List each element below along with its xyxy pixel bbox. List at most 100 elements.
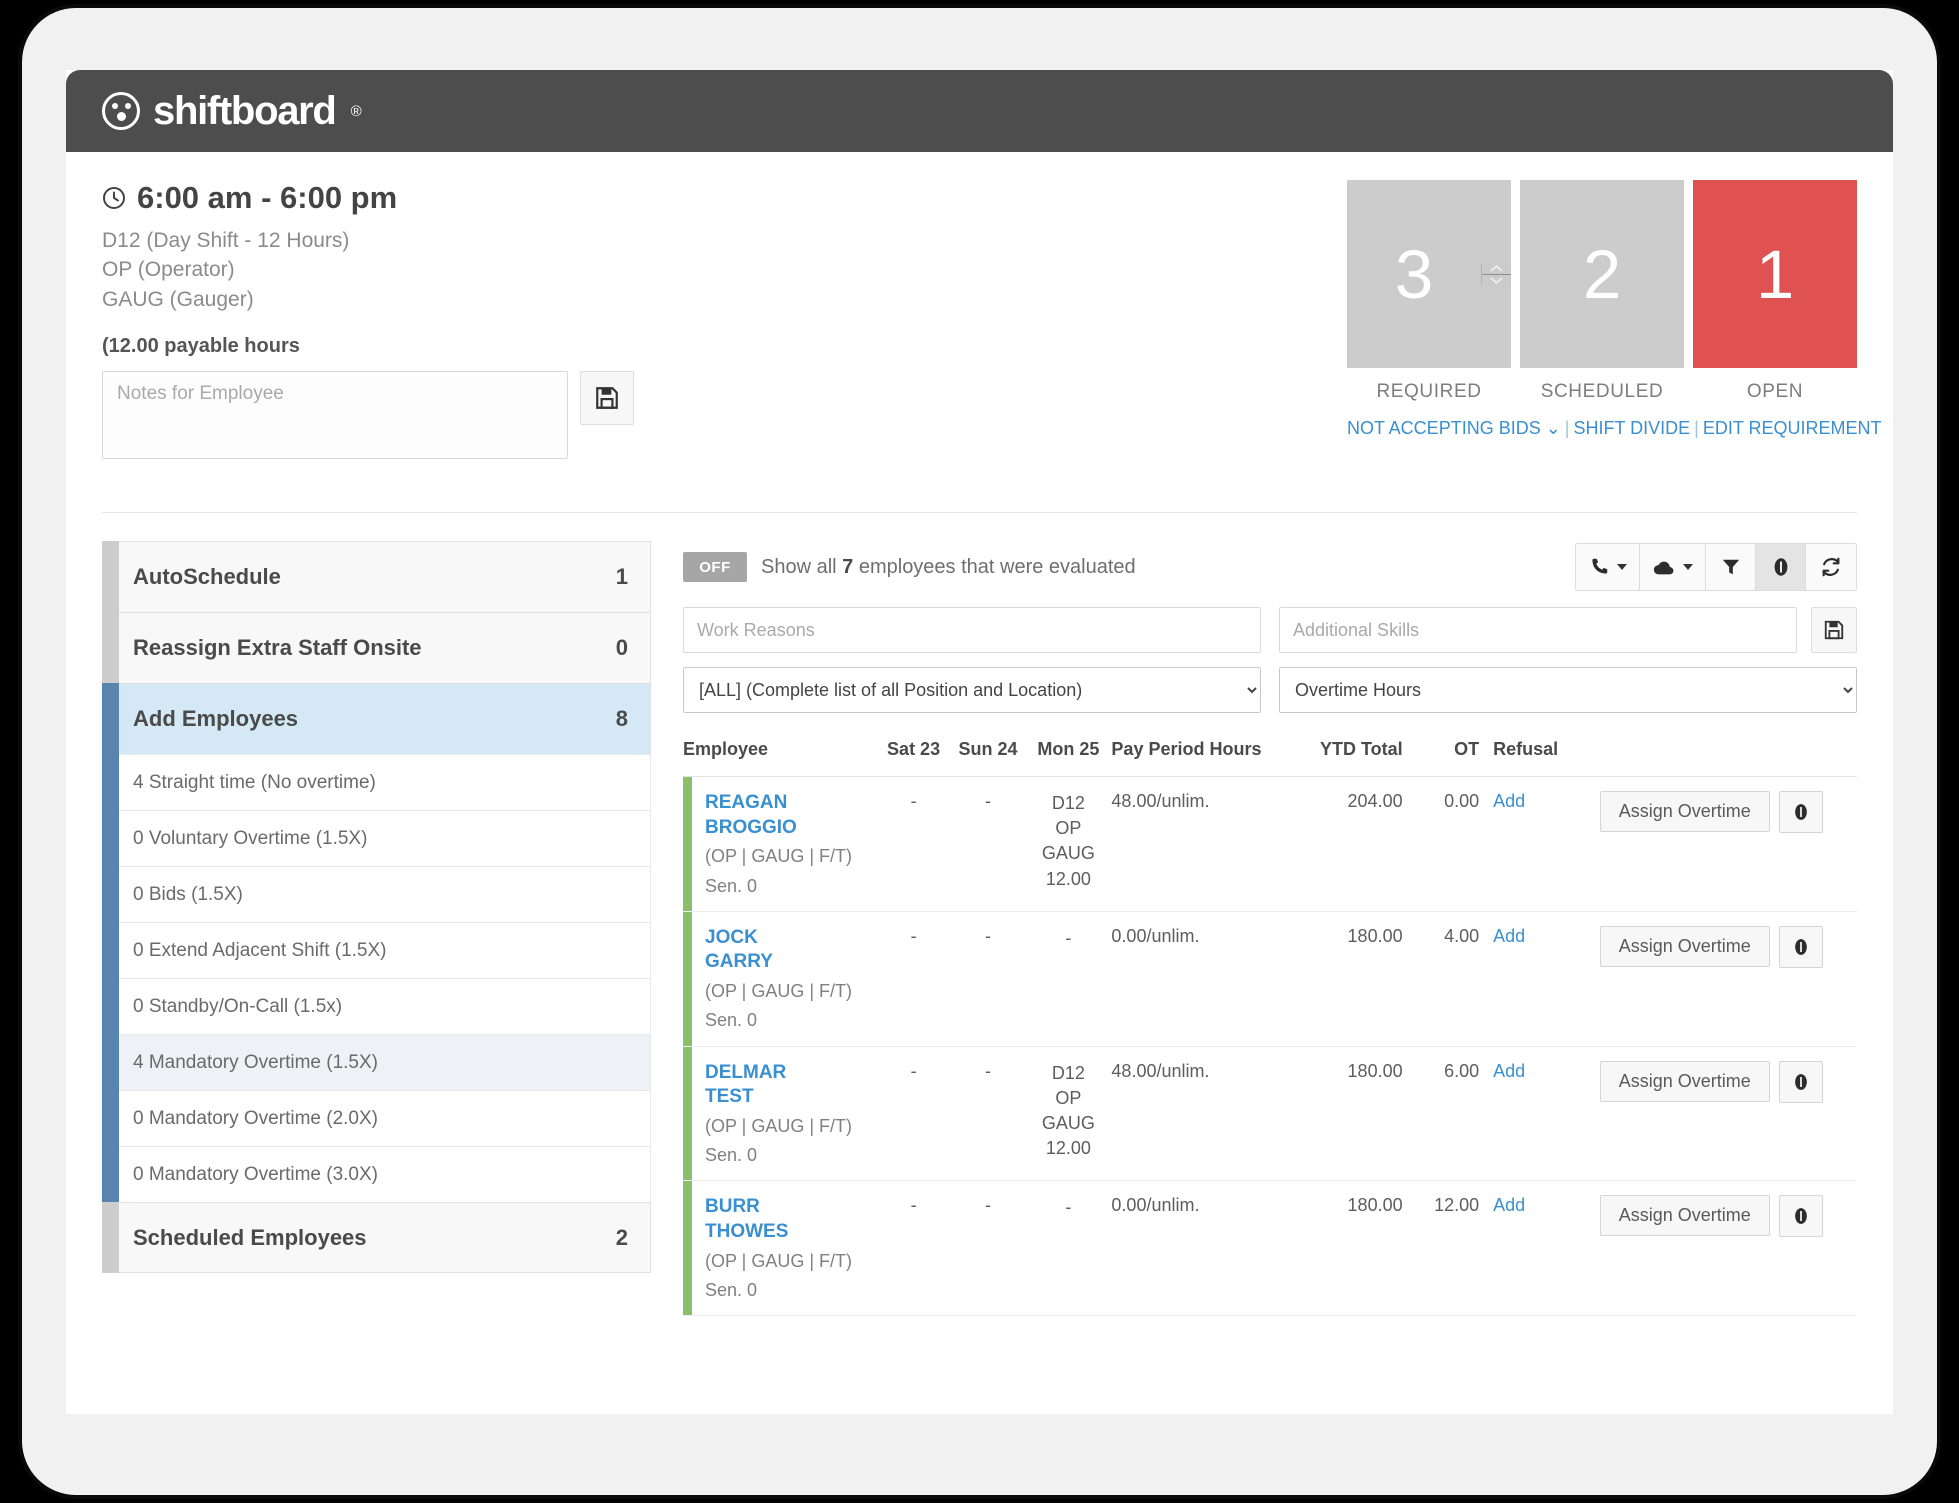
edit-requirement-link[interactable]: EDIT REQUIREMENT <box>1703 418 1882 438</box>
sun-cell: - <box>950 776 1026 912</box>
shift-assignment-line: 12.00 <box>1045 868 1091 889</box>
save-skills-button[interactable] <box>1811 607 1857 653</box>
ytd-total-cell: 180.00 <box>1307 911 1417 1047</box>
required-increment-button[interactable] <box>1482 263 1511 275</box>
employee-last-name[interactable]: GARRY <box>705 950 876 975</box>
suboption-standby-on-call[interactable]: 0 Standby/On-Call (1.5x) <box>102 978 651 1035</box>
employee-first-name[interactable]: DELMAR <box>705 1061 876 1086</box>
employee-first-name[interactable]: JOCK <box>705 926 876 951</box>
info-icon <box>1794 1073 1807 1090</box>
suboption-accent-bar <box>102 1146 119 1203</box>
actions-cell: Assign Overtime <box>1599 776 1857 912</box>
employee-attributes: (OP | GAUG | F/T) <box>705 1115 853 1136</box>
show-all-prefix: Show all <box>761 555 843 578</box>
phone-button[interactable] <box>1576 544 1640 590</box>
chevron-down-icon <box>1617 564 1627 570</box>
shift-divide-link[interactable]: SHIFT DIVIDE <box>1573 418 1690 438</box>
employee-first-name[interactable]: REAGAN <box>705 791 876 816</box>
required-decrement-button[interactable] <box>1482 274 1511 285</box>
table-header-row: Employee Sat 23 Sun 24 Mon 25 Pay Period… <box>683 733 1857 777</box>
cloud-button[interactable] <box>1640 544 1706 590</box>
not-accepting-bids-link[interactable]: NOT ACCEPTING BIDS <box>1347 418 1541 438</box>
employee-first-name[interactable]: BURR <box>705 1195 876 1220</box>
shift-stats: 3 REQUIRED 2 SCHEDULED 1 OPEN NOT ACCEPT… <box>1347 180 1882 439</box>
stat-scheduled: 2 SCHEDULED <box>1520 180 1684 403</box>
assign-overtime-button[interactable]: Assign Overtime <box>1599 1195 1770 1237</box>
app-screen: shiftboard ® 6:00 am - 6:00 pm D12 (Day … <box>66 70 1893 1414</box>
info-icon <box>1794 938 1807 955</box>
actions-cell: Assign Overtime <box>1599 911 1857 1047</box>
sat-cell: - <box>876 1180 951 1316</box>
suboption-extend-adjacent-shift[interactable]: 0 Extend Adjacent Shift (1.5X) <box>102 922 651 979</box>
add-refusal-link[interactable]: Add <box>1493 926 1525 946</box>
option-reassign-label: Reassign Extra Staff Onsite <box>133 635 422 660</box>
overtime-hours-select[interactable]: Overtime Hours <box>1279 667 1857 713</box>
bids-caret-icon[interactable]: ⌄ <box>1541 418 1561 438</box>
employee-last-name[interactable]: BROGGIO <box>705 816 876 841</box>
filter-funnel-icon <box>1722 559 1739 575</box>
assign-overtime-button[interactable]: Assign Overtime <box>1599 1060 1770 1102</box>
ot-cell: 4.00 <box>1416 911 1494 1047</box>
table-row[interactable]: BURR THOWES (OP | GAUG | F/T) Sen. 0- - -0.00… <box>683 1180 1857 1316</box>
show-all-suffix: employees that were evaluated <box>853 555 1136 578</box>
suboption-straight-time[interactable]: 4 Straight time (No overtime) <box>102 754 651 811</box>
sun-cell: - <box>950 1046 1026 1182</box>
additional-skills-input[interactable] <box>1279 607 1797 653</box>
ytd-total-cell: 180.00 <box>1307 1046 1417 1182</box>
assign-overtime-button[interactable]: Assign Overtime <box>1599 791 1770 832</box>
employee-attributes: (OP | GAUG | F/T) <box>705 846 853 867</box>
header-actions <box>1599 733 1857 777</box>
row-status-bar <box>683 777 692 911</box>
chevron-down-icon <box>1490 276 1503 284</box>
required-stepper[interactable] <box>1481 263 1511 285</box>
add-refusal-link[interactable]: Add <box>1493 791 1525 811</box>
tablet-device-frame: shiftboard ® 6:00 am - 6:00 pm D12 (Day … <box>22 8 1937 1495</box>
table-row[interactable]: REAGAN BROGGIO (OP | GAUG | F/T) Sen. 0- - D1… <box>683 776 1857 912</box>
notes-for-employee-input[interactable] <box>102 371 568 460</box>
ot-cell: 12.00 <box>1416 1180 1494 1316</box>
work-reasons-input[interactable] <box>683 607 1261 653</box>
suboption-mandatory-overtime-20x[interactable]: 0 Mandatory Overtime (2.0X) <box>102 1090 651 1147</box>
suboption-mandatory-overtime-30x[interactable]: 0 Mandatory Overtime (3.0X) <box>102 1146 651 1203</box>
employee-table: Employee Sat 23 Sun 24 Mon 25 Pay Period… <box>683 733 1857 1316</box>
row-info-button[interactable] <box>1778 925 1823 968</box>
row-info-button[interactable] <box>1778 1195 1823 1238</box>
header-sun: Sun 24 <box>950 733 1026 777</box>
employee-cell: JOCK GARRY (OP | GAUG | F/T) Sen. 0 <box>683 911 877 1047</box>
refresh-button[interactable] <box>1806 544 1856 590</box>
suboption-mandatory-overtime-15x[interactable]: 4 Mandatory Overtime (1.5X) <box>102 1034 651 1091</box>
show-all-toggle[interactable]: OFF <box>683 552 747 582</box>
info-button[interactable] <box>1756 544 1806 590</box>
employee-last-name[interactable]: THOWES <box>705 1220 876 1245</box>
cloud-icon <box>1653 561 1674 575</box>
suboption-label: 0 Mandatory Overtime (2.0X) <box>133 1107 378 1129</box>
option-reassign-extra-staff[interactable]: Reassign Extra Staff Onsite 0 <box>102 612 651 684</box>
option-autoschedule[interactable]: AutoSchedule 1 <box>102 541 651 613</box>
row-info-button[interactable] <box>1778 791 1823 833</box>
header-ot: OT <box>1416 733 1494 777</box>
option-add-employees[interactable]: Add Employees 8 <box>102 683 651 755</box>
position-location-select[interactable]: [ALL] (Complete list of all Position and… <box>683 667 1261 713</box>
option-scheduled-employees[interactable]: Scheduled Employees 2 <box>102 1202 651 1273</box>
shift-time-text: 6:00 am - 6:00 pm <box>137 180 398 215</box>
option-add-employees-count: 8 <box>615 706 628 731</box>
add-refusal-link[interactable]: Add <box>1493 1195 1525 1215</box>
shift-detail-header: 6:00 am - 6:00 pm D12 (Day Shift - 12 Ho… <box>66 152 1893 512</box>
employee-last-name[interactable]: TEST <box>705 1085 876 1110</box>
suboption-accent-bar <box>102 922 119 979</box>
suboption-bids[interactable]: 0 Bids (1.5X) <box>102 866 651 923</box>
shiftboard-logo-icon <box>102 92 140 130</box>
employee-seniority: Sen. 0 <box>705 1279 758 1300</box>
sun-cell: - <box>950 911 1026 1047</box>
link-separator-1: | <box>1564 418 1570 438</box>
save-notes-button[interactable] <box>580 371 634 426</box>
row-info-button[interactable] <box>1778 1060 1823 1103</box>
employee-select-filters: [ALL] (Complete list of all Position and… <box>683 667 1857 713</box>
table-row[interactable]: JOCK GARRY (OP | GAUG | F/T) Sen. 0- - -0.00/… <box>683 911 1857 1047</box>
table-row[interactable]: DELMAR TEST (OP | GAUG | F/T) Sen. 0 - - D12 OP… <box>683 1046 1857 1182</box>
add-refusal-link[interactable]: Add <box>1493 1061 1525 1081</box>
brand-registered-mark: ® <box>350 102 362 120</box>
assign-overtime-button[interactable]: Assign Overtime <box>1599 925 1770 967</box>
suboption-voluntary-overtime[interactable]: 0 Voluntary Overtime (1.5X) <box>102 810 651 867</box>
filter-button[interactable] <box>1706 544 1756 590</box>
